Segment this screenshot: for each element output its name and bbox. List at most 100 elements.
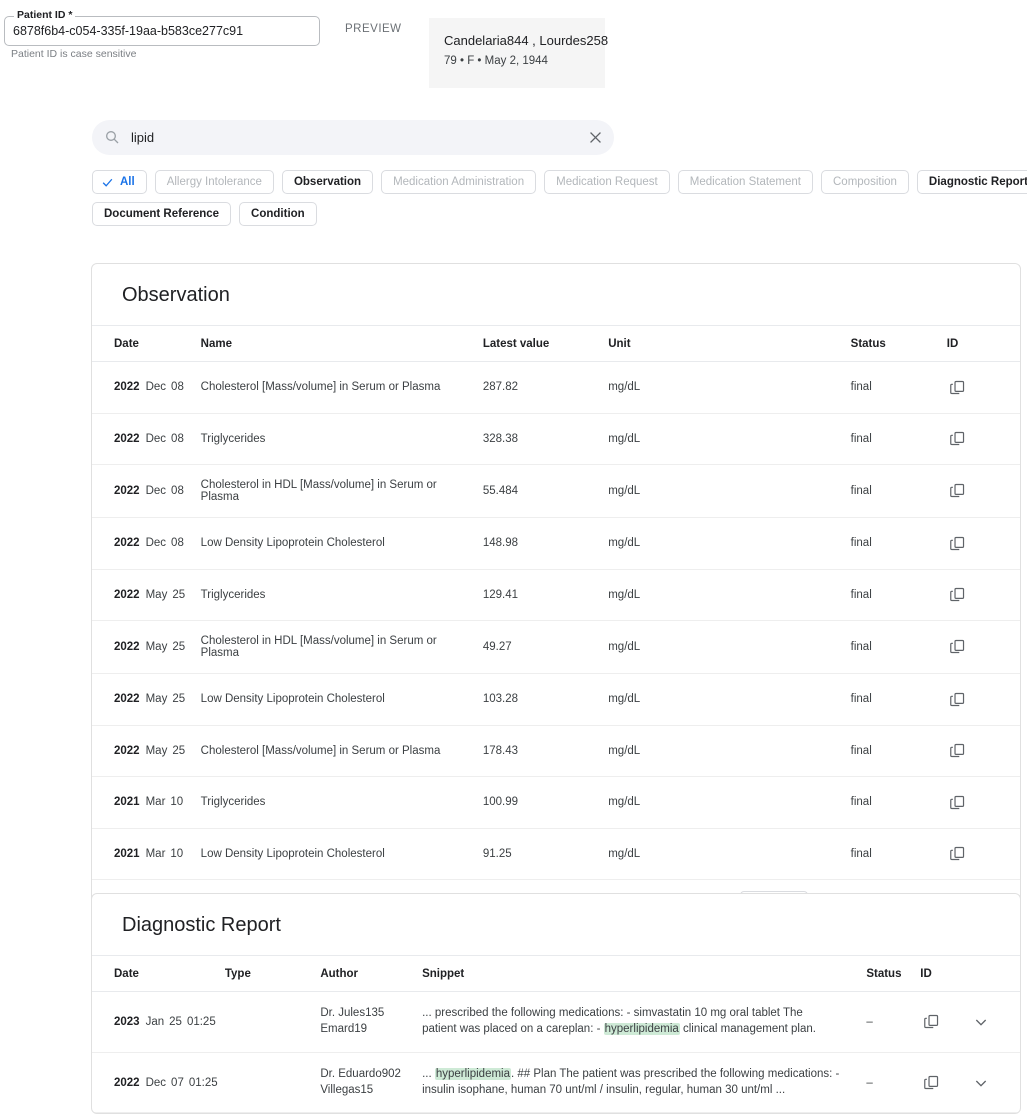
copy-icon[interactable] xyxy=(947,740,969,762)
patient-name: Candelaria844 , Lourdes258 xyxy=(444,33,608,48)
date-year: 2022 xyxy=(114,381,140,393)
chip-label: Condition xyxy=(251,208,305,220)
chip-medication-request: Medication Request xyxy=(544,170,670,194)
diagnostic-report-table-head: Date Type Author Snippet Status ID xyxy=(92,956,1020,992)
chip-all[interactable]: All xyxy=(92,170,147,194)
chevron-down-icon[interactable] xyxy=(970,1072,992,1094)
table-row[interactable]: 2022May25Cholesterol in HDL [Mass/volume… xyxy=(92,621,1020,674)
cell-status: final xyxy=(851,465,947,518)
close-icon[interactable] xyxy=(587,129,604,146)
search-input[interactable] xyxy=(129,120,574,155)
copy-icon[interactable] xyxy=(947,428,969,450)
chip-observation[interactable]: Observation xyxy=(282,170,373,194)
copy-icon[interactable] xyxy=(920,1071,942,1093)
chip-condition[interactable]: Condition xyxy=(239,202,317,226)
table-row[interactable]: 2021Mar10Triglycerides100.99mg/dLfinal xyxy=(92,777,1020,829)
column-header-latest-value: Latest value xyxy=(483,326,608,362)
copy-icon[interactable] xyxy=(920,1011,942,1033)
date-day: 08 xyxy=(171,433,184,445)
cell-date: 2022Dec08 xyxy=(92,413,201,465)
date-day: 25 xyxy=(172,589,185,601)
copy-icon[interactable] xyxy=(947,791,969,813)
date-day: 25 xyxy=(172,745,185,757)
cell-name: Low Density Lipoprotein Cholesterol xyxy=(201,828,483,880)
copy-icon[interactable] xyxy=(947,584,969,606)
cell-type xyxy=(225,1052,320,1113)
cell-name: Triglycerides xyxy=(201,569,483,621)
cell-unit: mg/dL xyxy=(608,828,850,880)
cell-type xyxy=(225,992,320,1053)
chip-composition: Composition xyxy=(821,170,909,194)
cell-author: Dr. Jules135 Emard19 xyxy=(320,992,422,1053)
cell-latest-value: 328.38 xyxy=(483,413,608,465)
date-month: Dec xyxy=(146,537,166,549)
chip-label: Allergy Intolerance xyxy=(167,176,262,188)
copy-icon[interactable] xyxy=(947,532,969,554)
cell-status: final xyxy=(851,777,947,829)
copy-icon[interactable] xyxy=(947,688,969,710)
chip-label: Document Reference xyxy=(104,208,219,220)
date-month: Dec xyxy=(146,1077,166,1089)
chip-label: Composition xyxy=(833,176,897,188)
copy-icon[interactable] xyxy=(947,636,969,658)
patient-demographics: 79 • F • May 2, 1944 xyxy=(444,55,548,67)
table-row[interactable]: 2022Dec08Cholesterol [Mass/volume] in Se… xyxy=(92,362,1020,414)
column-header-id: ID xyxy=(947,326,1020,362)
date-month: May xyxy=(146,745,168,757)
table-row[interactable]: 2022Dec0701:25Dr. Eduardo902 Villegas15.… xyxy=(92,1052,1020,1113)
cell-name: Cholesterol [Mass/volume] in Serum or Pl… xyxy=(201,362,483,414)
patient-id-field[interactable]: Patient ID * xyxy=(4,16,320,46)
search-icon xyxy=(104,129,120,145)
date-month: Mar xyxy=(146,796,166,808)
preview-label: PREVIEW xyxy=(345,23,402,35)
column-header-status: Status xyxy=(866,956,920,992)
cell-unit: mg/dL xyxy=(608,518,850,570)
table-row[interactable]: 2022Dec08Cholesterol in HDL [Mass/volume… xyxy=(92,465,1020,518)
table-row[interactable]: 2021Mar10Low Density Lipoprotein Cholest… xyxy=(92,828,1020,880)
column-header-author: Author xyxy=(320,956,422,992)
search-bar[interactable] xyxy=(92,120,614,155)
diagnostic-report-table: Date Type Author Snippet Status ID 2023J… xyxy=(92,956,1020,1113)
cell-status: final xyxy=(851,518,947,570)
table-row[interactable]: 2022Dec08Triglycerides328.38mg/dLfinal xyxy=(92,413,1020,465)
date-year: 2022 xyxy=(114,745,140,757)
cell-name: Low Density Lipoprotein Cholesterol xyxy=(201,674,483,726)
chip-medication-statement: Medication Statement xyxy=(678,170,813,194)
observation-header-row: Date Name Latest value Unit Status ID xyxy=(92,326,1020,362)
date-year: 2022 xyxy=(114,537,140,549)
diagnostic-report-title: Diagnostic Report xyxy=(92,894,1020,956)
cell-unit: mg/dL xyxy=(608,725,850,777)
table-row[interactable]: 2022May25Triglycerides129.41mg/dLfinal xyxy=(92,569,1020,621)
cell-date: 2022Dec0701:25 xyxy=(92,1052,225,1113)
cell-status: final xyxy=(851,725,947,777)
cell-latest-value: 103.28 xyxy=(483,674,608,726)
patient-preview-card: Candelaria844 , Lourdes258 79 • F • May … xyxy=(429,18,605,88)
date-year: 2022 xyxy=(114,693,140,705)
table-row[interactable]: 2023Jan2501:25Dr. Jules135 Emard19... pr… xyxy=(92,992,1020,1053)
patient-id-input[interactable] xyxy=(13,16,312,46)
cell-date: 2022May25 xyxy=(92,621,201,674)
chip-document-reference[interactable]: Document Reference xyxy=(92,202,231,226)
copy-icon[interactable] xyxy=(947,376,969,398)
chip-label: Medication Statement xyxy=(690,176,801,188)
table-row[interactable]: 2022May25Low Density Lipoprotein Cholest… xyxy=(92,674,1020,726)
chip-diagnostic-report[interactable]: Diagnostic Report xyxy=(917,170,1027,194)
date-day: 08 xyxy=(171,485,184,497)
date-day: 25 xyxy=(172,693,185,705)
chip-label: Medication Administration xyxy=(393,176,524,188)
date-day: 08 xyxy=(171,537,184,549)
table-row[interactable]: 2022May25Cholesterol [Mass/volume] in Se… xyxy=(92,725,1020,777)
copy-icon[interactable] xyxy=(947,843,969,865)
cell-name: Triglycerides xyxy=(201,413,483,465)
chevron-down-icon[interactable] xyxy=(970,1011,992,1033)
cell-date: 2021Mar10 xyxy=(92,777,201,829)
table-row[interactable]: 2022Dec08Low Density Lipoprotein Cholest… xyxy=(92,518,1020,570)
copy-icon[interactable] xyxy=(947,480,969,502)
diagnostic-report-card: Diagnostic Report Date Type Author Snipp… xyxy=(91,893,1021,1114)
date-month: Jan xyxy=(146,1016,165,1028)
cell-date: 2022May25 xyxy=(92,674,201,726)
cell-date: 2023Jan2501:25 xyxy=(92,992,225,1053)
date-day: 25 xyxy=(172,641,185,653)
resource-type-filters: All Allergy Intolerance Observation Medi… xyxy=(92,170,1022,234)
cell-name: Triglycerides xyxy=(201,777,483,829)
